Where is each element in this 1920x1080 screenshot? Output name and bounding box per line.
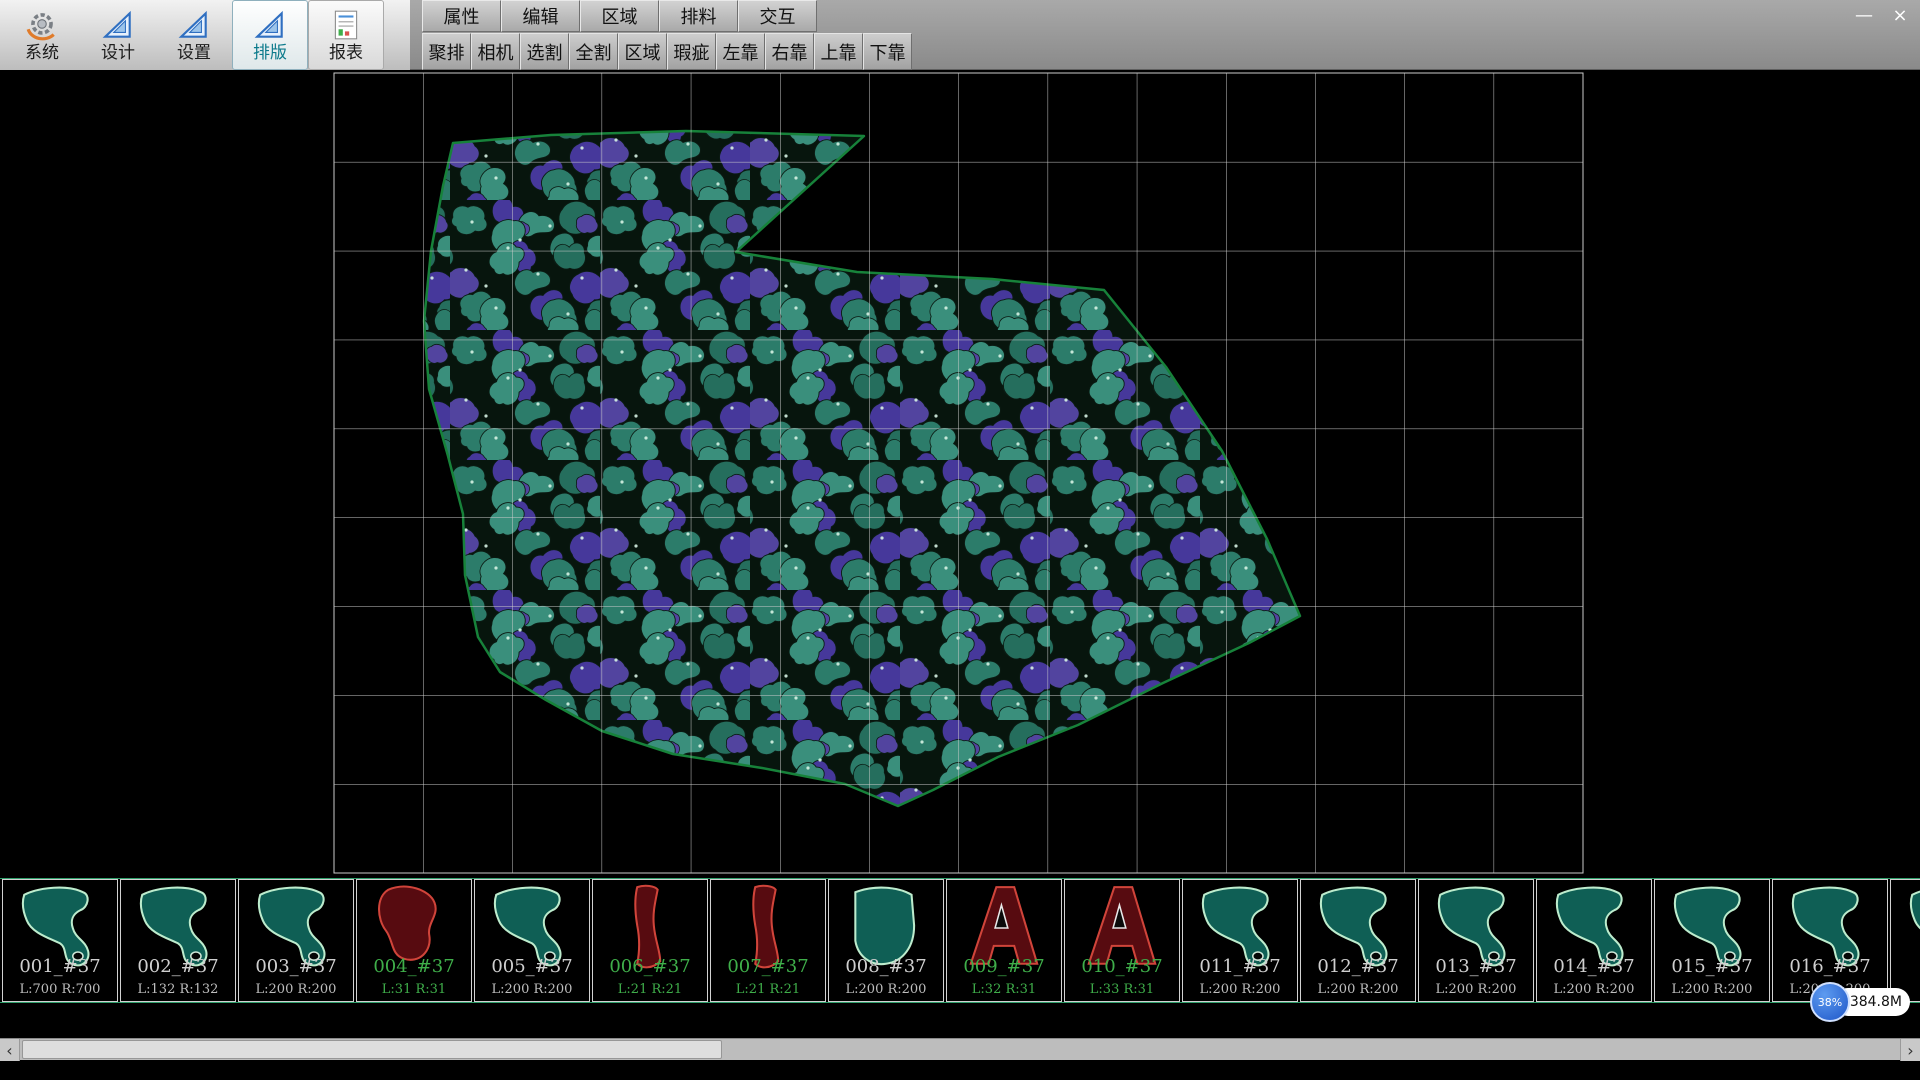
part-thumbnail[interactable]: 008_#37 L:200 R:200 (828, 879, 944, 1002)
gear-icon (25, 8, 59, 42)
part-thumbnail[interactable]: 003_#37 L:200 R:200 (238, 879, 354, 1002)
part-thumbnail[interactable]: 012_#37 L:200 R:200 (1300, 879, 1416, 1002)
tab-nesting[interactable]: 排料 (659, 0, 738, 32)
tool-camera[interactable]: 相机 (471, 33, 520, 70)
canvas-area (0, 70, 1920, 878)
part-lr-count: L:200 R:200 (239, 982, 353, 997)
part-thumbnail[interactable]: 014_#37 L:200 R:200 (1536, 879, 1652, 1002)
part-lr-count: L:200 R:200 (1655, 982, 1769, 997)
part-thumbnail[interactable]: 007_#37 L:21 R:21 (710, 879, 826, 1002)
nav-system-button[interactable]: 系统 (4, 0, 80, 70)
part-name: 010_#37 (1065, 956, 1179, 977)
part-name: 009_#37 (947, 956, 1061, 977)
horizontal-scrollbar[interactable]: ‹ › (0, 1038, 1920, 1060)
report-icon (329, 8, 363, 42)
part-name: 013_#37 (1419, 956, 1533, 977)
nav-settings-label: 设置 (177, 44, 211, 62)
part-thumbnail[interactable] (1890, 879, 1920, 1002)
canvas-grid (334, 73, 1583, 873)
part-lr-count: L:200 R:200 (1183, 982, 1297, 997)
part-lr-count: L:200 R:200 (829, 982, 943, 997)
part-thumbnail[interactable]: 006_#37 L:21 R:21 (592, 879, 708, 1002)
nav-report-button[interactable]: 报表 (308, 0, 384, 70)
part-thumbnail[interactable]: 009_#37 L:32 R:31 (946, 879, 1062, 1002)
tool-align-right[interactable]: 右靠 (765, 33, 814, 70)
tab-region[interactable]: 区域 (580, 0, 659, 32)
part-thumbnail[interactable]: 001_#37 L:700 R:700 (2, 879, 118, 1002)
part-lr-count: L:200 R:200 (1301, 982, 1415, 997)
part-name: 014_#37 (1537, 956, 1651, 977)
part-lr-count: L:132 R:132 (121, 982, 235, 997)
nav-layout-button[interactable]: 排版 (232, 0, 308, 70)
part-name: 007_#37 (711, 956, 825, 977)
minimize-button[interactable]: — (1850, 4, 1878, 28)
nav-design-label: 设计 (101, 44, 135, 62)
part-thumbnail[interactable]: 002_#37 L:132 R:132 (120, 879, 236, 1002)
part-name: 012_#37 (1301, 956, 1415, 977)
set-square-icon (177, 8, 211, 42)
tool-align-left[interactable]: 左靠 (716, 33, 765, 70)
nav-system-label: 系统 (25, 44, 59, 62)
part-name: 015_#37 (1655, 956, 1769, 977)
part-thumbnail[interactable]: 005_#37 L:200 R:200 (474, 879, 590, 1002)
scroll-right-arrow-icon[interactable]: › (1900, 1039, 1920, 1061)
part-lr-count: L:31 R:31 (357, 982, 471, 997)
tab-properties[interactable]: 属性 (422, 0, 501, 32)
part-name: 008_#37 (829, 956, 943, 977)
part-thumbnail[interactable]: 004_#37 L:31 R:31 (356, 879, 472, 1002)
window-controls: — × (1850, 4, 1914, 28)
menu-tab-row: 属性 编辑 区域 排料 交互 (422, 0, 817, 32)
set-square-icon (253, 8, 287, 42)
nav-layout-label: 排版 (253, 44, 287, 62)
tool-defect[interactable]: 瑕疵 (667, 33, 716, 70)
part-name: 005_#37 (475, 956, 589, 977)
part-lr-count: L:21 R:21 (593, 982, 707, 997)
part-thumbnail[interactable]: 010_#37 L:33 R:31 (1064, 879, 1180, 1002)
part-lr-count: L:200 R:200 (475, 982, 589, 997)
tool-region[interactable]: 区域 (618, 33, 667, 70)
app-window: 系统 设计 设置 排版 (0, 0, 1920, 1080)
scroll-left-arrow-icon[interactable]: ‹ (0, 1039, 20, 1061)
progress-indicator: 38% (1810, 982, 1850, 1022)
part-name: 003_#37 (239, 956, 353, 977)
part-lr-count: L:33 R:31 (1065, 982, 1179, 997)
close-button[interactable]: × (1886, 4, 1914, 28)
part-lr-count: L:700 R:700 (3, 982, 117, 997)
part-thumbnail[interactable]: 013_#37 L:200 R:200 (1418, 879, 1534, 1002)
part-name: 001_#37 (3, 956, 117, 977)
set-square-icon (101, 8, 135, 42)
tool-select-cut[interactable]: 选割 (520, 33, 569, 70)
tool-cut-all[interactable]: 全割 (569, 33, 618, 70)
top-toolbar: 系统 设计 设置 排版 (0, 0, 1920, 70)
part-name: 006_#37 (593, 956, 707, 977)
part-lr-count: L:32 R:31 (947, 982, 1061, 997)
tab-interaction[interactable]: 交互 (738, 0, 817, 32)
part-name: 002_#37 (121, 956, 235, 977)
tab-edit[interactable]: 编辑 (501, 0, 580, 32)
tool-button-row: 聚排 相机 选割 全割 区域 瑕疵 左靠 右靠 上靠 下靠 (422, 33, 912, 70)
canvas-viewport[interactable] (0, 70, 1920, 878)
part-lr-count: L:21 R:21 (711, 982, 825, 997)
parts-strip: 001_#37 L:700 R:700 002_#37 L:132 R:132 … (0, 878, 1920, 1003)
part-name: 016_#37 (1773, 956, 1887, 977)
nav-report-label: 报表 (329, 44, 363, 62)
part-name: 004_#37 (357, 956, 471, 977)
part-shape-icon (1902, 882, 1920, 974)
main-nav-panel: 系统 设计 设置 排版 (0, 0, 410, 70)
tool-cluster-nest[interactable]: 聚排 (422, 33, 471, 70)
nav-settings-button[interactable]: 设置 (156, 0, 232, 70)
part-lr-count: L:200 R:200 (1537, 982, 1651, 997)
nav-design-button[interactable]: 设计 (80, 0, 156, 70)
tool-align-top[interactable]: 上靠 (814, 33, 863, 70)
part-thumbnail[interactable]: 015_#37 L:200 R:200 (1654, 879, 1770, 1002)
part-thumbnail[interactable]: 011_#37 L:200 R:200 (1182, 879, 1298, 1002)
part-name: 011_#37 (1183, 956, 1297, 977)
tool-align-bottom[interactable]: 下靠 (863, 33, 912, 70)
scrollbar-thumb[interactable] (22, 1040, 722, 1059)
part-lr-count: L:200 R:200 (1419, 982, 1533, 997)
